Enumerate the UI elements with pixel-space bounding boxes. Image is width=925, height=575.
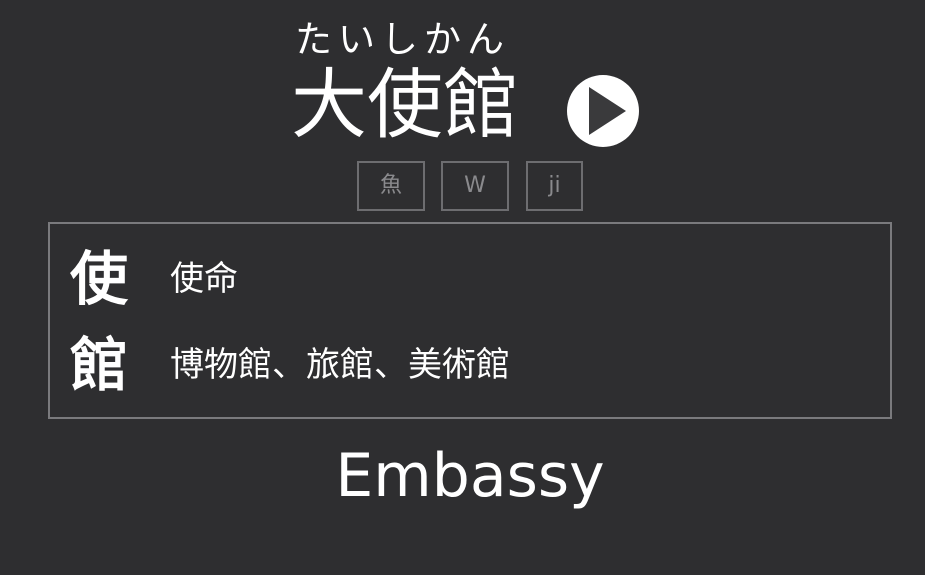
kanji-breakdown-panel: 使 使命 館 博物館、旅館、美術館 bbox=[48, 222, 892, 419]
word-kanji: 大使館 bbox=[291, 60, 519, 149]
kanji-breakdown-row: 使 使命 bbox=[70, 246, 238, 312]
dictionary-button-ji[interactable]: ji bbox=[526, 161, 583, 211]
english-meaning: Embassy bbox=[335, 441, 605, 511]
dictionary-button-fish[interactable]: 魚 bbox=[357, 161, 425, 211]
play-audio-button[interactable] bbox=[567, 75, 639, 147]
kanji-example-words: 使命 bbox=[170, 259, 238, 299]
flashcard: たいしかん 大使館 魚 W ji 使 使命 館 博物館、旅館、美術館 Embassy bbox=[0, 0, 925, 575]
word-reading: たいしかん bbox=[295, 18, 510, 61]
dictionary-button-w[interactable]: W bbox=[441, 161, 509, 211]
kanji-breakdown-row: 館 博物館、旅館、美術館 bbox=[70, 332, 510, 398]
play-icon bbox=[569, 77, 637, 145]
kanji-character: 使 bbox=[70, 245, 129, 313]
kanji-example-words: 博物館、旅館、美術館 bbox=[170, 345, 510, 385]
kanji-character: 館 bbox=[70, 331, 129, 399]
